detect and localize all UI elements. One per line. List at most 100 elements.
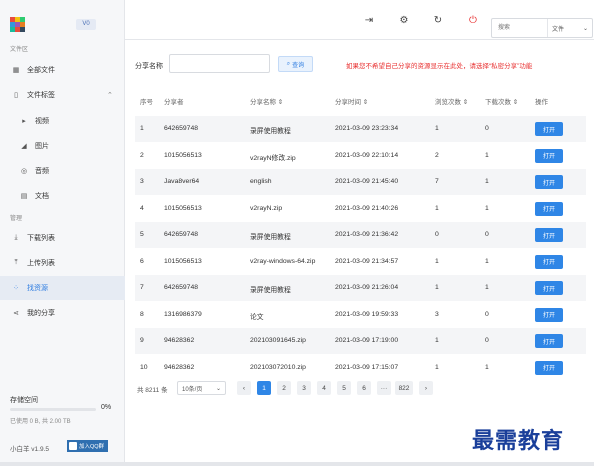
cell-index: 1 bbox=[140, 125, 144, 132]
cell-index: 6 bbox=[140, 257, 144, 265]
sidebar-item-label: 下载列表 bbox=[27, 235, 55, 242]
cell-downloads: 1 bbox=[485, 284, 489, 291]
page-size-value: 10条/页 bbox=[182, 386, 203, 393]
sidebar-item-image[interactable]: ◢ 图片 bbox=[0, 134, 125, 158]
search-scope-select[interactable]: 文件 ⌄ bbox=[547, 19, 592, 37]
col-header-downloads[interactable]: 下载次数 ⇕ bbox=[485, 96, 518, 106]
query-button-label: 查询 bbox=[292, 62, 305, 69]
sidebar-item-downloads[interactable]: ⤓ 下载列表 bbox=[0, 226, 125, 250]
cell-downloads: 1 bbox=[485, 204, 489, 212]
cell-downloads: 0 bbox=[485, 125, 489, 132]
col-header-index: 序号 bbox=[140, 99, 153, 106]
cell-sharer: 642659748 bbox=[164, 284, 199, 291]
col-header-views[interactable]: 浏览次数 ⇕ bbox=[435, 96, 468, 106]
cell-sharer: 1015056513 bbox=[164, 151, 202, 159]
cell-share-name: 论文 bbox=[250, 313, 264, 321]
open-button[interactable]: 打开 bbox=[535, 175, 563, 189]
cell-share-name: 录屏使用教程 bbox=[250, 287, 291, 294]
sidebar-item-label: 全部文件 bbox=[27, 67, 55, 74]
cell-sharer: 1316986379 bbox=[164, 310, 202, 318]
sidebar-item-label: 上传列表 bbox=[27, 260, 55, 267]
search-icon: ⌕ bbox=[286, 60, 291, 67]
storage-used: 已使用 0 B, 共 2.00 TB bbox=[10, 419, 71, 425]
cell-share-time: 2021-03-09 21:36:42 bbox=[335, 231, 399, 238]
col-header-share-name[interactable]: 分享名称 ⇕ bbox=[250, 96, 283, 106]
page-button[interactable]: 6 bbox=[357, 381, 371, 395]
open-button[interactable]: 打开 bbox=[535, 360, 563, 375]
sidebar-item-all-files[interactable]: ▦ 全部文件 bbox=[0, 58, 125, 82]
cell-downloads: 1 bbox=[485, 363, 489, 371]
sidebar-item-audio[interactable]: ◎ 音频 bbox=[0, 159, 125, 183]
settings-icon[interactable]: ⚙ bbox=[398, 14, 410, 26]
cell-sharer: 1015056513 bbox=[164, 257, 202, 265]
join-qq-button[interactable]: 加入QQ群 bbox=[67, 440, 108, 452]
upload-icon: ⤒ bbox=[14, 259, 18, 266]
table-row: 3 Java8ver64 english 2021-03-09 21:45:40 7 1 打… bbox=[135, 169, 586, 195]
cell-share-time: 2021-03-09 23:23:34 bbox=[335, 125, 399, 132]
table-row: 6 1015056513 v2ray-windows-64.zip 2021-03-0… bbox=[135, 248, 586, 275]
cell-downloads: 0 bbox=[485, 310, 489, 318]
cell-share-time: 2021-03-09 21:45:40 bbox=[335, 178, 399, 185]
sidebar-item-find-resources[interactable]: ⁘ 找资源 bbox=[0, 276, 125, 300]
cell-share-name: 录屏使用教程 bbox=[250, 234, 291, 241]
storage-percent: 0% bbox=[101, 404, 112, 411]
page-button[interactable]: 3 bbox=[297, 381, 311, 395]
table-row: 1 642659748 录屏使用教程 2021-03-09 23:23:34 1 0 打开 bbox=[135, 116, 586, 142]
cell-sharer: 94628362 bbox=[164, 363, 195, 371]
privacy-tip: 如果您不希望自己分享的资源显示在此处，请选择“私密分享”功能 bbox=[346, 63, 533, 70]
col-header-share-time[interactable]: 分享时间 ⇕ bbox=[335, 96, 368, 106]
search-scope-value: 文件 bbox=[552, 26, 565, 33]
sidebar-item-label: 图片 bbox=[35, 143, 49, 150]
search-input[interactable] bbox=[492, 20, 547, 36]
share-icon: ⋖ bbox=[13, 310, 19, 317]
logout-icon[interactable]: ⇥ bbox=[363, 14, 375, 26]
page-button[interactable]: 1 bbox=[257, 381, 271, 395]
open-button[interactable]: 打开 bbox=[535, 307, 563, 322]
cell-share-time: 2021-03-09 21:34:57 bbox=[335, 257, 399, 265]
section-label-manage: 管理 bbox=[10, 216, 23, 222]
open-button[interactable]: 打开 bbox=[535, 334, 563, 348]
open-button[interactable]: 打开 bbox=[535, 228, 563, 242]
cell-sharer: 94628362 bbox=[164, 337, 195, 344]
next-page-button[interactable]: › bbox=[419, 381, 433, 395]
page-ellipsis[interactable]: ··· bbox=[377, 381, 391, 395]
cell-views: 1 bbox=[435, 337, 439, 344]
sidebar-item-file-tags[interactable]: ▯ 文件标签 ⌃ bbox=[0, 83, 125, 107]
bottom-border bbox=[0, 462, 594, 466]
page-button[interactable]: 5 bbox=[337, 381, 351, 395]
sidebar-item-docs[interactable]: ▤ 文档 bbox=[0, 184, 125, 208]
penguin-icon bbox=[69, 442, 77, 450]
page-button[interactable]: 4 bbox=[317, 381, 331, 395]
grid-icon: ▦ bbox=[12, 67, 20, 74]
table-row: 4 1015056513 v2rayN.zip 2021-03-09 21:40:26… bbox=[135, 195, 586, 222]
page-size-select[interactable]: 10条/页 ⌄ bbox=[177, 381, 226, 395]
cell-downloads: 0 bbox=[485, 337, 489, 344]
cell-share-time: 2021-03-09 17:15:07 bbox=[335, 363, 399, 371]
refresh-icon[interactable]: ↻ bbox=[432, 14, 444, 26]
share-name-input[interactable] bbox=[169, 54, 270, 73]
share-name-label: 分享名称 bbox=[135, 63, 163, 70]
sidebar-item-label: 文件标签 bbox=[27, 92, 55, 99]
sidebar-item-video[interactable]: ▸ 视频 bbox=[0, 109, 125, 133]
sidebar-item-my-shares[interactable]: ⋖ 我的分享 bbox=[0, 301, 125, 325]
storage-title: 存储空间 bbox=[10, 397, 38, 404]
cell-index: 3 bbox=[140, 178, 144, 185]
table-row: 7 642659748 录屏使用教程 2021-03-09 21:26:04 1 1 打开 bbox=[135, 275, 586, 301]
sidebar-item-uploads[interactable]: ⤒ 上传列表 bbox=[0, 251, 125, 275]
query-button[interactable]: ⌕ 查询 bbox=[278, 56, 313, 72]
chevron-up-icon: ⌃ bbox=[107, 92, 113, 99]
chevron-down-icon: ⌄ bbox=[582, 25, 588, 32]
power-icon[interactable]: ⏻ bbox=[467, 14, 479, 26]
prev-page-button[interactable]: ‹ bbox=[237, 381, 251, 395]
open-button[interactable]: 打开 bbox=[535, 254, 563, 269]
open-button[interactable]: 打开 bbox=[535, 201, 563, 216]
open-button[interactable]: 打开 bbox=[535, 148, 563, 163]
chevron-down-icon: ⌄ bbox=[215, 385, 221, 392]
page-button[interactable]: 2 bbox=[277, 381, 291, 395]
cell-views: 2 bbox=[435, 151, 439, 159]
page-button[interactable]: 822 bbox=[395, 381, 413, 395]
open-button[interactable]: 打开 bbox=[535, 122, 563, 136]
cell-share-name: v2ray-windows-64.zip bbox=[250, 257, 316, 265]
open-button[interactable]: 打开 bbox=[535, 281, 563, 295]
storage-progress bbox=[10, 408, 96, 411]
